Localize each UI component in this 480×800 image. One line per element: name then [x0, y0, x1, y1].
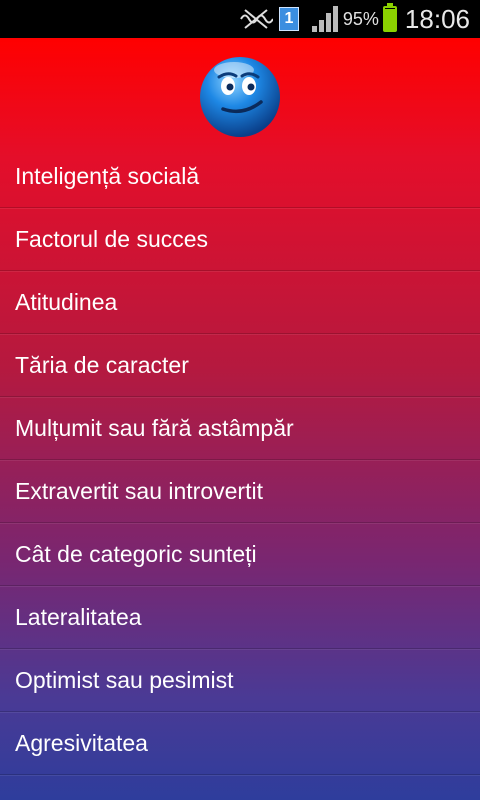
header	[0, 38, 480, 145]
menu-item-laterality[interactable]: Lateralitatea	[0, 586, 480, 649]
menu-item-extravert-or-introvert[interactable]: Extravertit sau introvertit	[0, 460, 480, 523]
quiz-menu-list: Inteligență socială Factorul de succes A…	[0, 145, 480, 775]
menu-item-strength-of-character[interactable]: Tăria de caracter	[0, 334, 480, 397]
menu-item-how-categorical[interactable]: Cât de categoric sunteți	[0, 523, 480, 586]
battery-level-fill	[384, 9, 395, 30]
menu-item-success-factor[interactable]: Factorul de succes	[0, 208, 480, 271]
battery-icon	[382, 3, 397, 32]
clock: 18:06	[404, 3, 470, 34]
menu-item-optimist-or-pessimist[interactable]: Optimist sau pesimist	[0, 649, 480, 712]
smiley-logo-icon	[200, 57, 280, 137]
battery-percent: 95%	[342, 8, 379, 29]
menu-item-social-intelligence[interactable]: Inteligență socială	[0, 145, 480, 208]
signal-icon	[311, 6, 339, 32]
menu-item-content-or-restless[interactable]: Mulțumit sau fără astâmpăr	[0, 397, 480, 460]
silent-mode-icon	[239, 8, 273, 30]
app-screen: Inteligență socială Factorul de succes A…	[0, 38, 480, 800]
menu-item-aggressiveness[interactable]: Agresivitatea	[0, 712, 480, 775]
sim-one-icon: 1	[278, 7, 299, 31]
menu-item-attitude[interactable]: Atitudinea	[0, 271, 480, 334]
status-bar: 1 95% 18:06	[0, 0, 480, 38]
